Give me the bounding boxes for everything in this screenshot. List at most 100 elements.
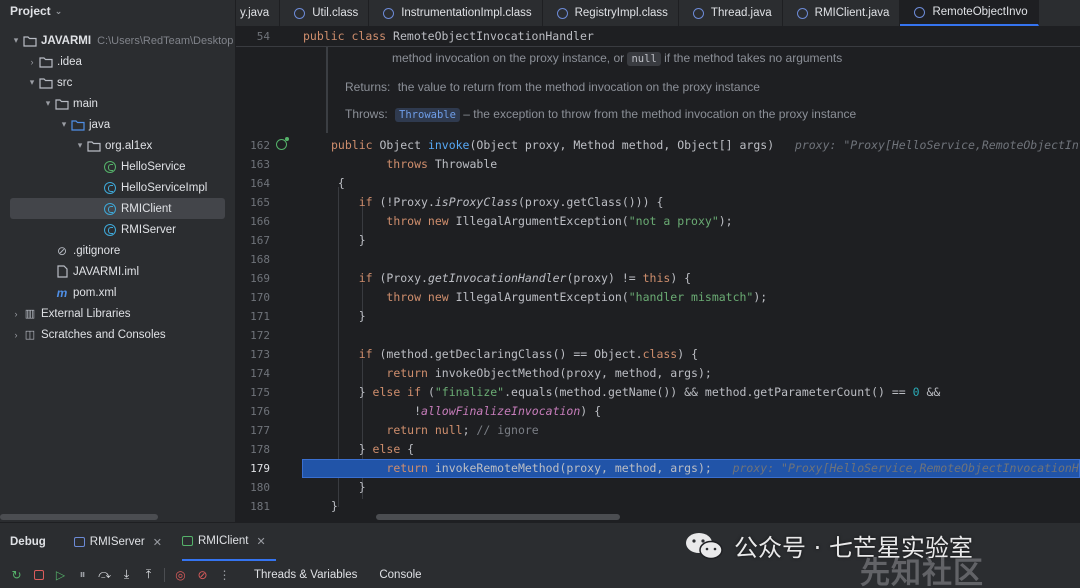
code-line[interactable]: 175 } else if ("finalize".equals(method.… <box>236 383 1080 402</box>
debug-title: Debug <box>10 536 46 548</box>
step-out-icon[interactable]: ⤒ <box>142 567 155 581</box>
step-into-icon[interactable]: ⤓ <box>120 567 133 581</box>
project-tree: ▾ JAVARMI C:\Users\RedTeam\Desktop › .idea ▾ s… <box>0 30 235 345</box>
tab-label: RemoteObjectInvo <box>932 6 1028 18</box>
sticky-header[interactable]: 54 public class RemoteObjectInvocationHa… <box>236 27 1080 47</box>
editor-tab-thread-java[interactable]: Thread.java <box>679 0 783 26</box>
tree-item-javarmi-iml[interactable]: JAVARMI.iml <box>0 261 235 282</box>
code-editor[interactable]: 54 public class RemoteObjectInvocationHa… <box>236 27 1080 522</box>
chevron-down-icon[interactable]: ▾ <box>74 140 86 151</box>
folder-icon <box>54 97 70 111</box>
project-horizontal-scrollbar[interactable] <box>0 514 158 520</box>
tree-item-rmiclient[interactable]: RMIClient <box>10 198 225 219</box>
tree-item-helloservice[interactable]: HelloService <box>0 156 235 177</box>
debug-session-tab-rmiclient[interactable]: RMIClient ✕ <box>181 523 276 561</box>
rerun-icon[interactable]: ↻ <box>10 568 23 582</box>
throwable-link[interactable]: Throwable <box>395 108 460 122</box>
secondary-watermark: 先知社区 <box>860 556 984 588</box>
null-code-pill: null <box>627 52 661 66</box>
chevron-down-icon[interactable]: ▾ <box>42 98 54 109</box>
mute-breakpoints-icon[interactable]: ⊘ <box>196 568 209 582</box>
toolbar-separator <box>164 567 165 582</box>
tree-item-label: .gitignore <box>73 244 121 257</box>
code-line[interactable]: 177 return null; // ignore <box>236 421 1080 440</box>
code-line[interactable]: 180 } <box>236 478 1080 497</box>
tab-label: RMIClient.java <box>814 7 890 19</box>
current-execution-line[interactable]: 179 return invokeRemoteMethod(proxy, met… <box>236 459 1080 478</box>
close-icon[interactable]: ✕ <box>153 536 162 549</box>
code-line[interactable]: 162 public Object invoke(Object proxy, M… <box>236 136 1080 155</box>
chevron-down-icon[interactable]: ▾ <box>26 77 38 88</box>
sticky-code: public class RemoteObjectInvocationHandl… <box>303 29 594 43</box>
chevron-down-icon[interactable]: ⌄ <box>55 6 63 17</box>
chevron-right-icon[interactable]: › <box>10 309 22 319</box>
debug-session-tab-rmiserver[interactable]: RMIServer ✕ <box>73 523 172 561</box>
project-title: Project <box>10 4 51 18</box>
pause-icon[interactable]: ⏸ <box>76 567 89 581</box>
editor-tab-registryimpl-class[interactable]: RegistryImpl.class <box>543 0 679 26</box>
editor-tab-util-class[interactable]: Util.class <box>280 0 370 26</box>
tree-item-gitignore[interactable]: ⊘ .gitignore <box>0 240 235 261</box>
maven-icon: m <box>56 285 68 300</box>
gitignore-icon: ⊘ <box>56 243 68 258</box>
tree-item-java[interactable]: ▾ java <box>0 114 235 135</box>
tab-threads-variables[interactable]: Threads & Variables <box>254 569 357 581</box>
tree-item-src[interactable]: ▾ src <box>0 72 235 93</box>
tree-item-org-al1ex[interactable]: ▾ org.al1ex <box>0 135 235 156</box>
code-line[interactable]: 181 } <box>236 497 1080 516</box>
tree-item-idea[interactable]: › .idea <box>0 51 235 72</box>
editor-tab-y-java[interactable]: y.java <box>236 0 281 26</box>
tab-console[interactable]: Console <box>379 569 421 581</box>
tree-item-rmiserver[interactable]: RMIServer <box>0 219 235 240</box>
code-line[interactable]: 172 <box>236 326 1080 345</box>
tab-label: InstrumentationImpl.class <box>401 7 532 19</box>
chevron-right-icon[interactable]: › <box>10 330 22 340</box>
run-config-icon <box>73 537 85 547</box>
project-panel-header[interactable]: Project ⌄ <box>0 0 235 22</box>
code-line[interactable]: 164 { <box>236 174 1080 193</box>
editor-tab-rmiclient-java[interactable]: RMIClient.java <box>783 0 901 26</box>
chevron-down-icon[interactable]: ▾ <box>10 35 22 46</box>
tree-item-javarmi[interactable]: ▾ JAVARMI C:\Users\RedTeam\Desktop <box>0 30 235 51</box>
editor-horizontal-scrollbar[interactable] <box>376 514 620 520</box>
tree-item-label: HelloServiceImpl <box>121 181 208 194</box>
project-path: C:\Users\RedTeam\Desktop <box>97 34 234 47</box>
code-line[interactable]: 173 if (method.getDeclaringClass() == Ob… <box>236 345 1080 364</box>
tree-item-label: RMIClient <box>121 202 172 215</box>
class-file-icon <box>914 6 926 18</box>
inline-debug-value: proxy: "Proxy[HelloService,RemoteObjectI… <box>794 138 1080 152</box>
tree-item-pom-xml[interactable]: m pom.xml <box>0 282 235 303</box>
code-line[interactable]: 174 return invokeObjectMethod(proxy, met… <box>236 364 1080 383</box>
more-icon[interactable]: ⋮ <box>218 568 231 582</box>
code-line[interactable]: 165 if (!Proxy.isProxyClass(proxy.getCla… <box>236 193 1080 212</box>
code-line[interactable]: 169 if (Proxy.getInvocationHandler(proxy… <box>236 269 1080 288</box>
folder-icon <box>38 76 54 90</box>
close-icon[interactable]: ✕ <box>256 535 265 548</box>
code-line[interactable]: 163 throws Throwable <box>236 155 1080 174</box>
code-line[interactable]: 171 } <box>236 307 1080 326</box>
step-over-icon[interactable]: ⤼ <box>98 567 111 581</box>
tree-item-label: src <box>57 76 73 89</box>
tree-item-label: RMIServer <box>121 223 176 236</box>
editor-tab-instrumentationimpl-class[interactable]: InstrumentationImpl.class <box>369 0 543 26</box>
chevron-down-icon[interactable]: ▾ <box>58 119 70 130</box>
code-line[interactable]: 166 throw new IllegalArgumentException("… <box>236 212 1080 231</box>
project-panel: Project ⌄ ▾ JAVARMI C:\Users\RedTeam\Deskt… <box>0 0 236 522</box>
tree-item-external-libraries[interactable]: › ▥ External Libraries <box>0 303 235 324</box>
wechat-icon <box>686 532 723 559</box>
tree-item-helloserviceimpl[interactable]: HelloServiceImpl <box>0 177 235 198</box>
tree-item-scratches-and-consoles[interactable]: › ◫ Scratches and Consoles <box>0 324 235 345</box>
stop-icon[interactable] <box>32 568 45 581</box>
code-line[interactable]: 170 throw new IllegalArgumentException("… <box>236 288 1080 307</box>
implements-method-icon[interactable] <box>276 137 289 150</box>
editor-tab-remoteobjectinvo[interactable]: RemoteObjectInvo <box>900 0 1039 26</box>
code-line[interactable]: 168 <box>236 250 1080 269</box>
code-line[interactable]: 167 } <box>236 231 1080 250</box>
view-breakpoints-icon[interactable]: ◎ <box>174 568 187 582</box>
tree-item-main[interactable]: ▾ main <box>0 93 235 114</box>
code-line[interactable]: 178 } else { <box>236 440 1080 459</box>
resume-icon[interactable]: ▷ <box>54 568 67 582</box>
tree-item-label: java <box>89 118 111 131</box>
code-line[interactable]: 176 !allowFinalizeInvocation) { <box>236 402 1080 421</box>
chevron-right-icon[interactable]: › <box>26 57 38 67</box>
